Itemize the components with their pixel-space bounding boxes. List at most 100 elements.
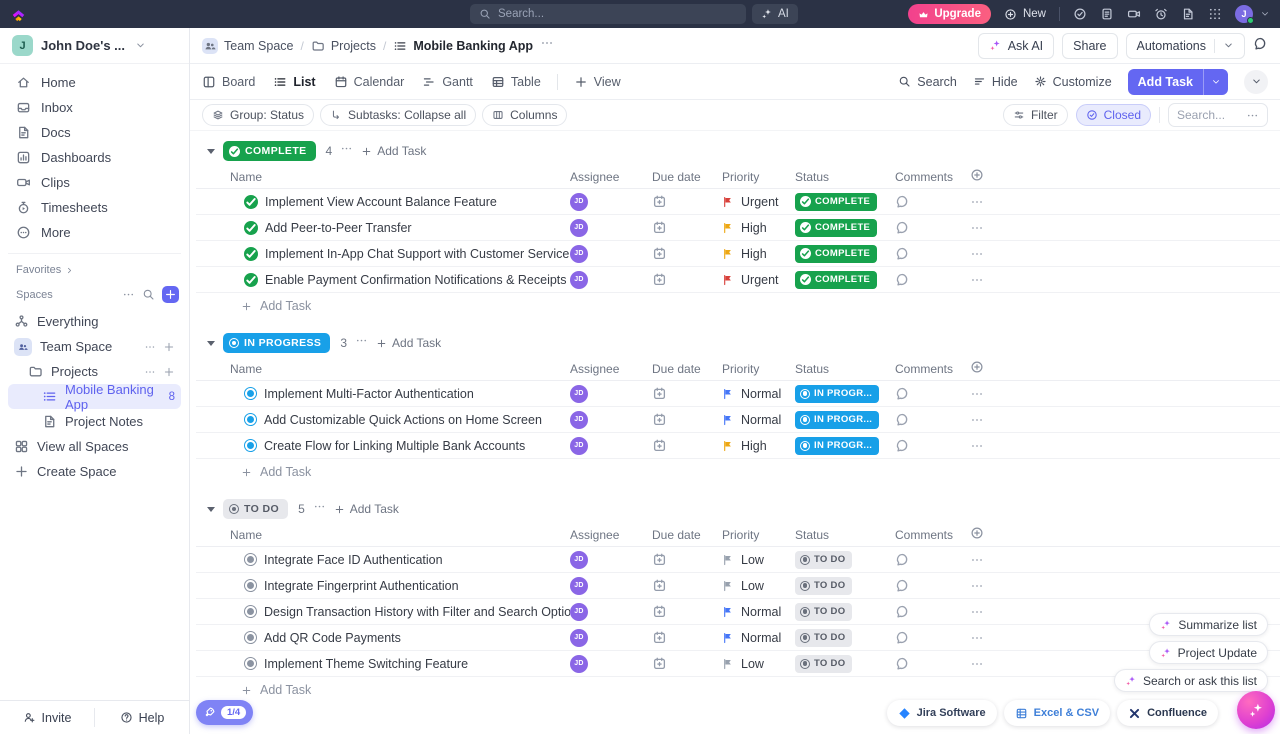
comment-icon[interactable]	[895, 412, 910, 427]
priority-cell[interactable]: High	[722, 247, 795, 261]
column-comments[interactable]: Comments	[895, 362, 970, 376]
row-more-button[interactable]	[970, 413, 1010, 427]
sidebar-item-more[interactable]: More	[8, 220, 181, 245]
row-more-button[interactable]	[970, 273, 1010, 287]
row-more-button[interactable]	[970, 553, 1010, 567]
task-name[interactable]: Design Transaction History with Filter a…	[264, 605, 570, 619]
add-column-button[interactable]	[970, 526, 1010, 543]
column-due-date[interactable]: Due date	[652, 362, 722, 376]
ai-fab-button[interactable]	[1237, 691, 1275, 729]
task-row[interactable]: Integrate Fingerprint AuthenticationJDLo…	[196, 573, 1280, 599]
ai-action-summarize-list[interactable]: Summarize list	[1149, 613, 1268, 636]
task-status-icon[interactable]	[244, 631, 257, 644]
group-collapse-icon[interactable]	[207, 507, 215, 512]
ask-ai-button[interactable]: Ask AI	[978, 33, 1054, 59]
assignee-avatar[interactable]: JD	[570, 551, 588, 569]
clickup-logo-icon[interactable]	[10, 6, 27, 23]
row-more-button[interactable]	[970, 657, 1010, 671]
assignee-avatar[interactable]: JD	[570, 603, 588, 621]
comment-icon[interactable]	[895, 578, 910, 593]
group-status-badge[interactable]: IN PROGRESS	[223, 333, 330, 353]
add-task-button[interactable]: Add Task	[1128, 69, 1228, 95]
status-badge[interactable]: COMPLETE	[795, 245, 877, 263]
priority-cell[interactable]: High	[722, 221, 795, 235]
sidebar-item-dashboards[interactable]: Dashboards	[8, 145, 181, 170]
ai-action-project-update[interactable]: Project Update	[1149, 641, 1268, 664]
task-name[interactable]: Implement In-App Chat Support with Custo…	[265, 247, 569, 261]
task-name[interactable]: Integrate Fingerprint Authentication	[264, 579, 459, 593]
share-button[interactable]: Share	[1062, 33, 1117, 59]
due-date-icon[interactable]	[652, 412, 667, 427]
assignee-avatar[interactable]: JD	[570, 219, 588, 237]
integration-jira-software[interactable]: Jira Software	[887, 700, 997, 726]
column-due-date[interactable]: Due date	[652, 170, 722, 184]
comment-icon[interactable]	[895, 630, 910, 645]
status-badge[interactable]: COMPLETE	[795, 193, 877, 211]
due-date-icon[interactable]	[652, 272, 667, 287]
status-badge[interactable]: IN PROGR...	[795, 437, 879, 455]
column-status[interactable]: Status	[795, 170, 895, 184]
space-item-everything[interactable]: Everything	[8, 309, 181, 334]
task-row[interactable]: Implement Multi-Factor AuthenticationJDN…	[196, 381, 1280, 407]
status-badge[interactable]: TO DO	[795, 551, 852, 569]
column-name[interactable]: Name	[196, 362, 570, 376]
due-date-icon[interactable]	[652, 386, 667, 401]
breadcrumb-current[interactable]: Mobile Banking App	[393, 39, 533, 53]
breadcrumb-more-button[interactable]	[540, 36, 554, 55]
task-row[interactable]: Implement View Account Balance FeatureJD…	[196, 189, 1280, 215]
row-more-button[interactable]	[970, 247, 1010, 261]
sidebar-item-home[interactable]: Home	[8, 70, 181, 95]
column-assignee[interactable]: Assignee	[570, 528, 652, 542]
workspace-switcher[interactable]: J John Doe's ...	[0, 28, 189, 64]
comment-icon[interactable]	[895, 386, 910, 401]
comment-icon[interactable]	[895, 220, 910, 235]
view-search-button[interactable]: Search	[898, 75, 957, 89]
integration-confluence[interactable]: Confluence	[1117, 700, 1218, 726]
sidebar-item-timesheets[interactable]: Timesheets	[8, 195, 181, 220]
comment-icon[interactable]	[895, 272, 910, 287]
space-more-icon[interactable]	[144, 366, 156, 378]
status-badge[interactable]: COMPLETE	[795, 271, 877, 289]
row-more-button[interactable]	[970, 579, 1010, 593]
due-date-icon[interactable]	[652, 630, 667, 645]
search-options-icon[interactable]	[1246, 109, 1259, 122]
grid9-icon[interactable]	[1208, 7, 1222, 21]
group-add-task-button[interactable]: Add Task	[334, 502, 399, 516]
task-name[interactable]: Add QR Code Payments	[264, 631, 401, 645]
assignee-avatar[interactable]: JD	[570, 411, 588, 429]
due-date-icon[interactable]	[652, 438, 667, 453]
hide-button[interactable]: Hide	[973, 75, 1018, 89]
avatar-chevron-icon[interactable]	[1260, 9, 1270, 19]
priority-cell[interactable]: Normal	[722, 387, 795, 401]
filter-pill[interactable]: Filter	[1003, 104, 1068, 126]
tab-table[interactable]: Table	[491, 75, 541, 89]
space-item-projects[interactable]: Projects	[8, 359, 181, 384]
due-date-icon[interactable]	[652, 604, 667, 619]
invite-button[interactable]: Invite	[0, 701, 94, 734]
column-due-date[interactable]: Due date	[652, 528, 722, 542]
space-item-team-space[interactable]: Team Space	[8, 334, 181, 359]
column-name[interactable]: Name	[196, 170, 570, 184]
group-collapse-icon[interactable]	[207, 341, 215, 346]
group-by-pill[interactable]: Group: Status	[202, 104, 314, 126]
task-status-icon[interactable]	[244, 553, 257, 566]
column-assignee[interactable]: Assignee	[570, 362, 652, 376]
chat-button[interactable]	[1253, 36, 1268, 56]
upgrade-button[interactable]: Upgrade	[908, 4, 991, 24]
column-assignee[interactable]: Assignee	[570, 170, 652, 184]
check-circle-icon[interactable]	[1073, 7, 1087, 21]
spaces-search-icon[interactable]	[142, 288, 155, 301]
assignee-avatar[interactable]: JD	[570, 271, 588, 289]
column-priority[interactable]: Priority	[722, 170, 795, 184]
priority-cell[interactable]: Low	[722, 553, 795, 567]
closed-pill[interactable]: Closed	[1076, 104, 1151, 126]
automations-button[interactable]: Automations	[1126, 33, 1245, 59]
priority-cell[interactable]: Normal	[722, 605, 795, 619]
breadcrumb-projects[interactable]: Projects	[311, 39, 376, 53]
assignee-avatar[interactable]: JD	[570, 385, 588, 403]
favorites-toggle[interactable]: Favorites	[8, 253, 181, 278]
column-priority[interactable]: Priority	[722, 362, 795, 376]
due-date-icon[interactable]	[652, 220, 667, 235]
status-badge[interactable]: IN PROGR...	[795, 411, 879, 429]
assignee-avatar[interactable]: JD	[570, 655, 588, 673]
